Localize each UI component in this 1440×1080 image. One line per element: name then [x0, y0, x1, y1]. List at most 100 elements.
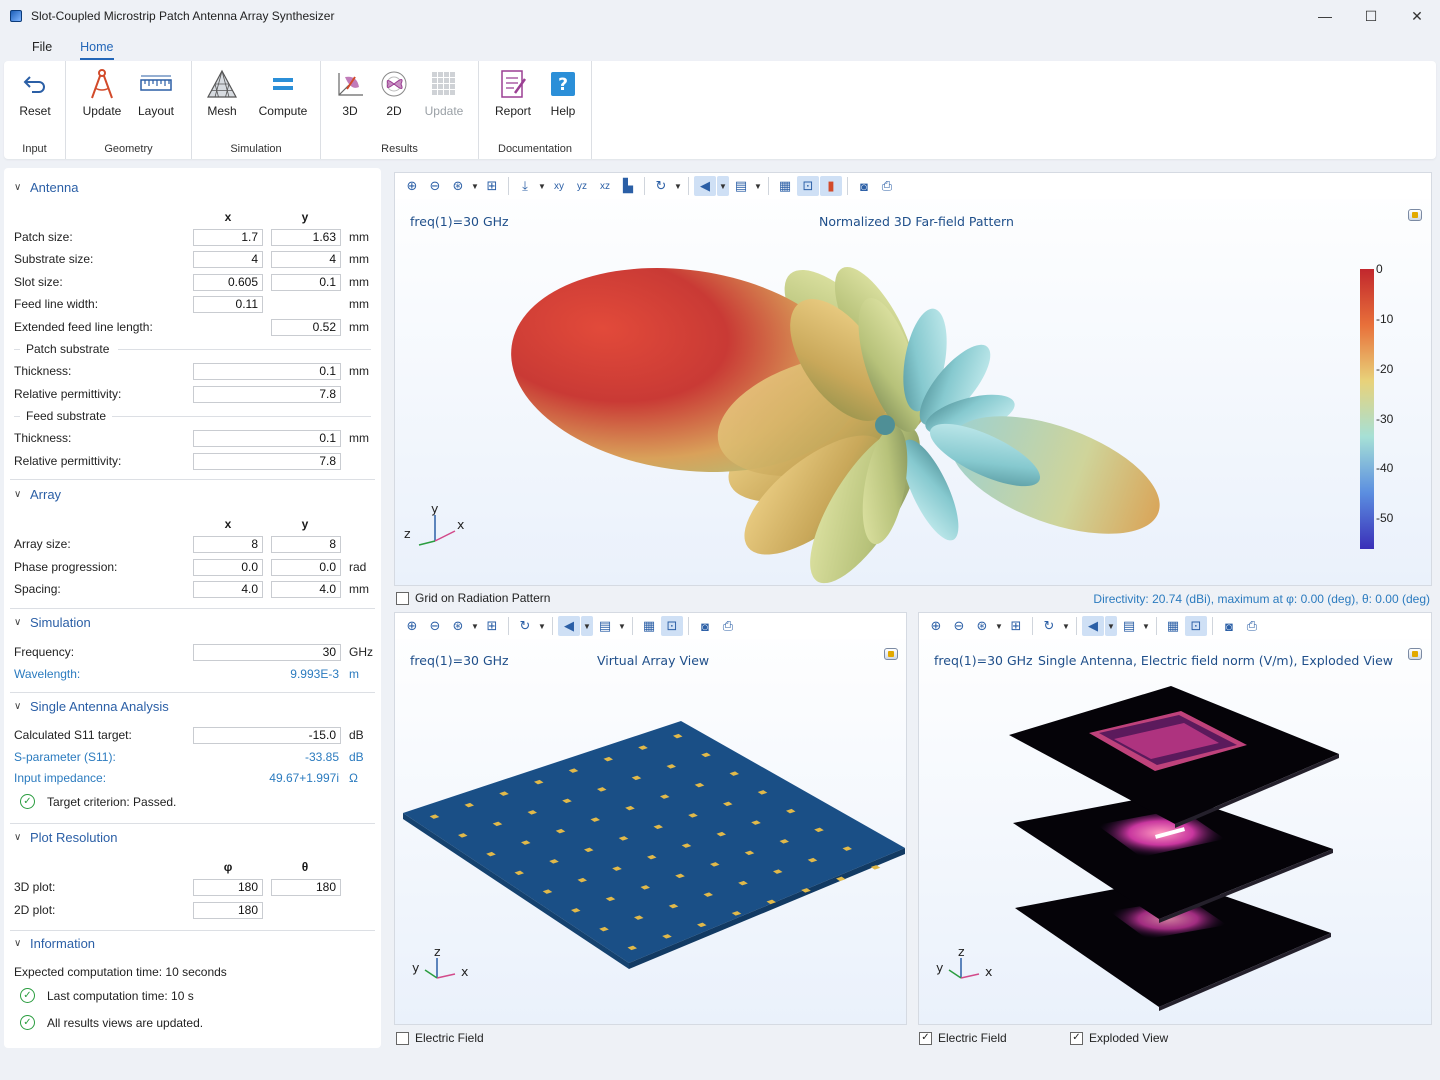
patch-thickness-label: Thickness: [14, 364, 72, 378]
ribbon-group-simulation: Mesh Compute Simulation [192, 61, 321, 159]
substrate-size-y-input[interactable]: 4 [271, 251, 341, 268]
patch-size-y-input[interactable]: 1.63 [271, 229, 341, 246]
grid-update-icon [418, 67, 470, 101]
feed-permittivity-input[interactable]: 7.8 [193, 453, 341, 470]
section-single-antenna[interactable]: ∨ Single Antenna Analysis [14, 696, 169, 716]
column-x: x [224, 517, 232, 531]
section-array[interactable]: ∨ Array [14, 484, 61, 504]
single-antenna-view[interactable]: ⊕ ⊖ ⊛ ▼ ⊞ ↻ ▼ ◀ ▼ ▤ ▼ ▦ ⊡ ◙ ⎙ freq(1)=30… [918, 612, 1432, 1025]
impedance-label: Input impedance: [14, 771, 107, 785]
column-y: y [301, 210, 309, 224]
directivity-text: Directivity: 20.74 (dBi), maximum at φ: … [1093, 592, 1430, 606]
electric-field-checkbox[interactable] [396, 1031, 409, 1045]
column-theta: θ [301, 860, 309, 874]
column-y: y [301, 517, 309, 531]
exploded-field-view [948, 686, 1339, 1011]
report-document-icon [487, 67, 539, 101]
spacing-y-input[interactable]: 4.0 [271, 581, 341, 598]
section-antenna[interactable]: ∨ Antenna [14, 177, 78, 197]
plot3d-phi-input[interactable]: 180 [193, 879, 263, 896]
geometry-update-button[interactable]: Update [76, 67, 128, 123]
help-question-icon: ? [537, 67, 589, 101]
tab-file[interactable]: File [18, 34, 66, 60]
feed-permittivity-label: Relative permittivity: [14, 454, 122, 468]
column-phi: φ [223, 860, 233, 874]
report-button[interactable]: Report [487, 67, 539, 123]
patch-thickness-input[interactable]: 0.1 [193, 363, 341, 380]
sparam-label: S-parameter (S11): [14, 750, 116, 764]
svg-text:?: ? [558, 75, 568, 95]
chevron-down-icon: ∨ [14, 616, 22, 628]
axis-triad-icon [948, 958, 980, 979]
colorbar-tick: 0 [1376, 262, 1383, 276]
undo-arrow-icon [9, 67, 61, 101]
feed-line-width-input[interactable]: 0.11 [193, 296, 263, 313]
wavelength-value: 9.993E-3 [290, 667, 339, 681]
far-field-3d-view[interactable]: ⊕ ⊖ ⊛ ▼ ⊞ ⤓ ▼ xy yz xz ▙ ↻ ▼ ◀ ▼ ▤ ▼ ▦ ⊡… [394, 172, 1432, 586]
feed-thickness-input[interactable]: 0.1 [193, 430, 341, 447]
grid-checkbox[interactable] [396, 591, 409, 605]
mesh-button[interactable]: Mesh [196, 67, 248, 123]
check-circle-icon: ✓ [20, 988, 35, 1003]
phase-x-input[interactable]: 0.0 [193, 559, 263, 576]
section-simulation[interactable]: ∨ Simulation [14, 612, 91, 632]
results-2d-button[interactable]: 2D [368, 67, 420, 123]
ribbon-group-results: 3D 2D Update Results [321, 61, 479, 159]
chevron-down-icon: ∨ [14, 700, 22, 712]
results-update-button[interactable]: Update [418, 67, 470, 123]
array-geometry [403, 721, 905, 979]
plot2d-phi-input[interactable]: 180 [193, 902, 263, 919]
close-button[interactable]: ✕ [1394, 0, 1440, 32]
chevron-down-icon: ∨ [14, 488, 22, 500]
plot3d-label: 3D plot: [14, 880, 56, 894]
slot-size-x-input[interactable]: 0.605 [193, 274, 263, 291]
exploded-view-checkbox-row[interactable]: ✓ Exploded View [1070, 1031, 1168, 1045]
electric-field-checkbox-row[interactable]: ✓ Electric Field [919, 1031, 1007, 1045]
patch-size-label: Patch size: [14, 230, 73, 244]
colorbar-tick: -40 [1376, 461, 1394, 475]
patch-permittivity-input[interactable]: 7.8 [193, 386, 341, 403]
plot3d-theta-input[interactable]: 180 [271, 879, 341, 896]
colorbar [1360, 269, 1374, 549]
axis-triad-icon [418, 515, 456, 546]
mesh-triangle-icon [196, 67, 248, 101]
chevron-down-icon: ∨ [14, 181, 22, 193]
compute-button[interactable]: Compute [253, 67, 313, 123]
minimize-button[interactable]: — [1302, 0, 1348, 32]
virtual-array-view[interactable]: ⊕ ⊖ ⊛ ▼ ⊞ ↻ ▼ ◀ ▼ ▤ ▼ ▦ ⊡ ◙ ⎙ freq(1)=30… [394, 612, 907, 1025]
frequency-input[interactable]: 30 [193, 644, 341, 661]
window-title: Slot-Coupled Microstrip Patch Antenna Ar… [31, 9, 335, 23]
section-information[interactable]: ∨ Information [14, 933, 95, 953]
maximize-button[interactable]: ☐ [1348, 0, 1394, 32]
array-size-y-input[interactable]: 8 [271, 536, 341, 553]
electric-field-checkbox[interactable]: ✓ [919, 1031, 932, 1045]
phase-y-input[interactable]: 0.0 [271, 559, 341, 576]
settings-panel: ∨ Antenna x y Patch size: 1.7 1.63 mm Su… [4, 168, 381, 1048]
geometry-compass-icon [76, 67, 128, 101]
chevron-down-icon: ∨ [14, 831, 22, 843]
array-size-x-input[interactable]: 8 [193, 536, 263, 553]
patch-size-x-input[interactable]: 1.7 [193, 229, 263, 246]
layout-button[interactable]: Layout [130, 67, 182, 123]
electric-field-checkbox-row[interactable]: Electric Field [396, 1031, 484, 1045]
s11-target-input[interactable]: -15.0 [193, 727, 341, 744]
spacing-x-input[interactable]: 4.0 [193, 581, 263, 598]
ribbon-group-geometry: Update Layout Geometry [66, 61, 192, 159]
last-time-text: Last computation time: 10 s [47, 989, 194, 1003]
section-plot-resolution[interactable]: ∨ Plot Resolution [14, 827, 117, 847]
feed-line-width-label: Feed line width: [14, 297, 99, 311]
extended-feed-input[interactable]: 0.52 [271, 319, 341, 336]
frequency-label: Frequency: [14, 645, 75, 659]
colorbar-tick: -20 [1376, 362, 1394, 376]
substrate-size-x-input[interactable]: 4 [193, 251, 263, 268]
help-button[interactable]: ? Help [537, 67, 589, 123]
patch-substrate-heading: Patch substrate [26, 342, 110, 356]
exploded-view-checkbox[interactable]: ✓ [1070, 1031, 1083, 1045]
sparam-value: -33.85 [304, 750, 339, 764]
grid-checkbox-row[interactable]: Grid on Radiation Pattern [396, 591, 550, 605]
slot-size-y-input[interactable]: 0.1 [271, 274, 341, 291]
title-bar: Slot-Coupled Microstrip Patch Antenna Ar… [0, 0, 1440, 32]
reset-button[interactable]: Reset [9, 67, 61, 123]
tab-home[interactable]: Home [66, 34, 127, 60]
app-icon [10, 10, 22, 22]
